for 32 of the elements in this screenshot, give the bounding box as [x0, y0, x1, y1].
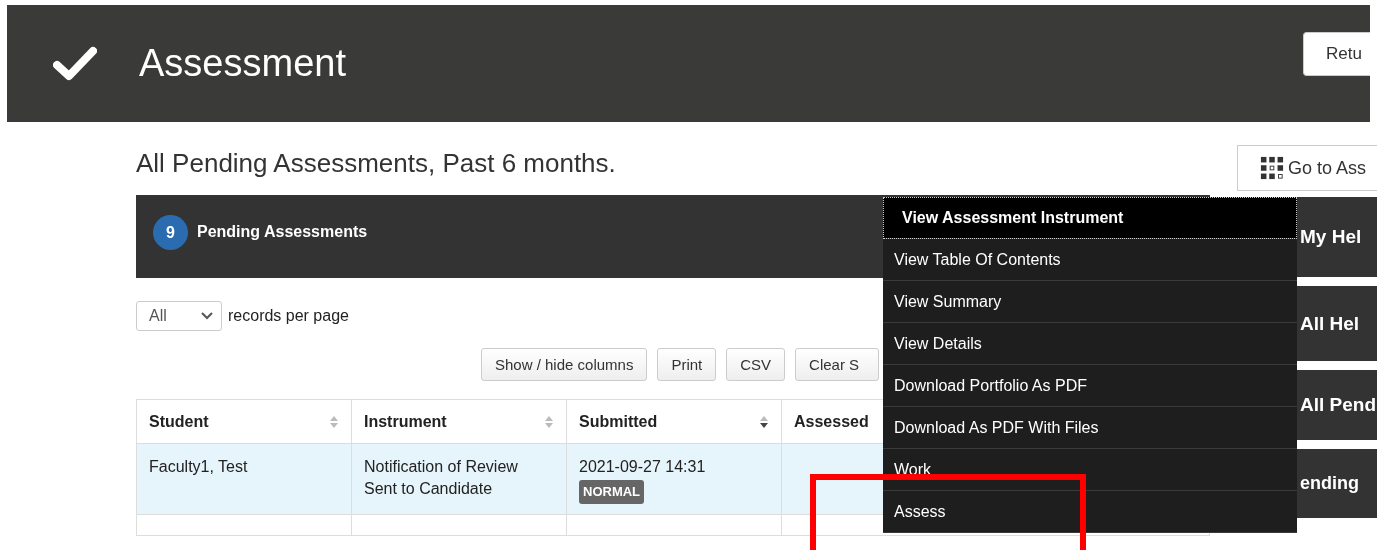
records-label: records per page [228, 307, 349, 325]
sort-icon[interactable] [544, 414, 554, 429]
page-header-title: Assessment [139, 42, 346, 85]
menu-item[interactable]: View Assessment Instrument [883, 197, 1297, 239]
goto-button[interactable]: Go to Ass [1237, 145, 1377, 191]
panel-title: Pending Assessments [197, 223, 368, 241]
menu-item[interactable]: Assess [883, 491, 1297, 533]
column-header[interactable]: Submitted [566, 399, 782, 444]
table-cell: Notification of Review Sent to Candidate [351, 443, 567, 515]
toolbar-button[interactable]: Show / hide columns [481, 348, 648, 381]
menu-item[interactable]: View Summary [883, 281, 1297, 323]
menu-item[interactable]: View Table Of Contents [883, 239, 1297, 281]
menu-item[interactable]: Download Portfolio As PDF [883, 365, 1297, 407]
return-button[interactable]: Retu [1303, 32, 1370, 76]
column-header[interactable]: Instrument [351, 399, 567, 444]
checkmark-icon [53, 45, 97, 82]
records-select[interactable]: All [136, 301, 222, 331]
toolbar-button[interactable]: Clear S [795, 348, 880, 381]
grid-icon [1260, 156, 1284, 180]
menu-item[interactable]: Download As PDF With Files [883, 407, 1297, 449]
toolbar-button[interactable]: Print [657, 348, 717, 381]
table-cell: Faculty1, Test [136, 443, 352, 515]
chevron-down-icon [201, 312, 213, 320]
section-title: All Pending Assessments, Past 6 months. [136, 148, 617, 180]
toolbar-button[interactable]: CSV [726, 348, 786, 381]
count-badge: 9 [153, 215, 188, 250]
table-cell-text: 2021-09-27 14:31 [579, 457, 707, 477]
column-header[interactable]: Student [136, 399, 352, 444]
sort-descending-icon[interactable] [759, 414, 769, 429]
sort-icon[interactable] [329, 414, 339, 429]
priority-tag: NORMAL [579, 480, 645, 504]
menu-item[interactable]: View Details [883, 323, 1297, 365]
